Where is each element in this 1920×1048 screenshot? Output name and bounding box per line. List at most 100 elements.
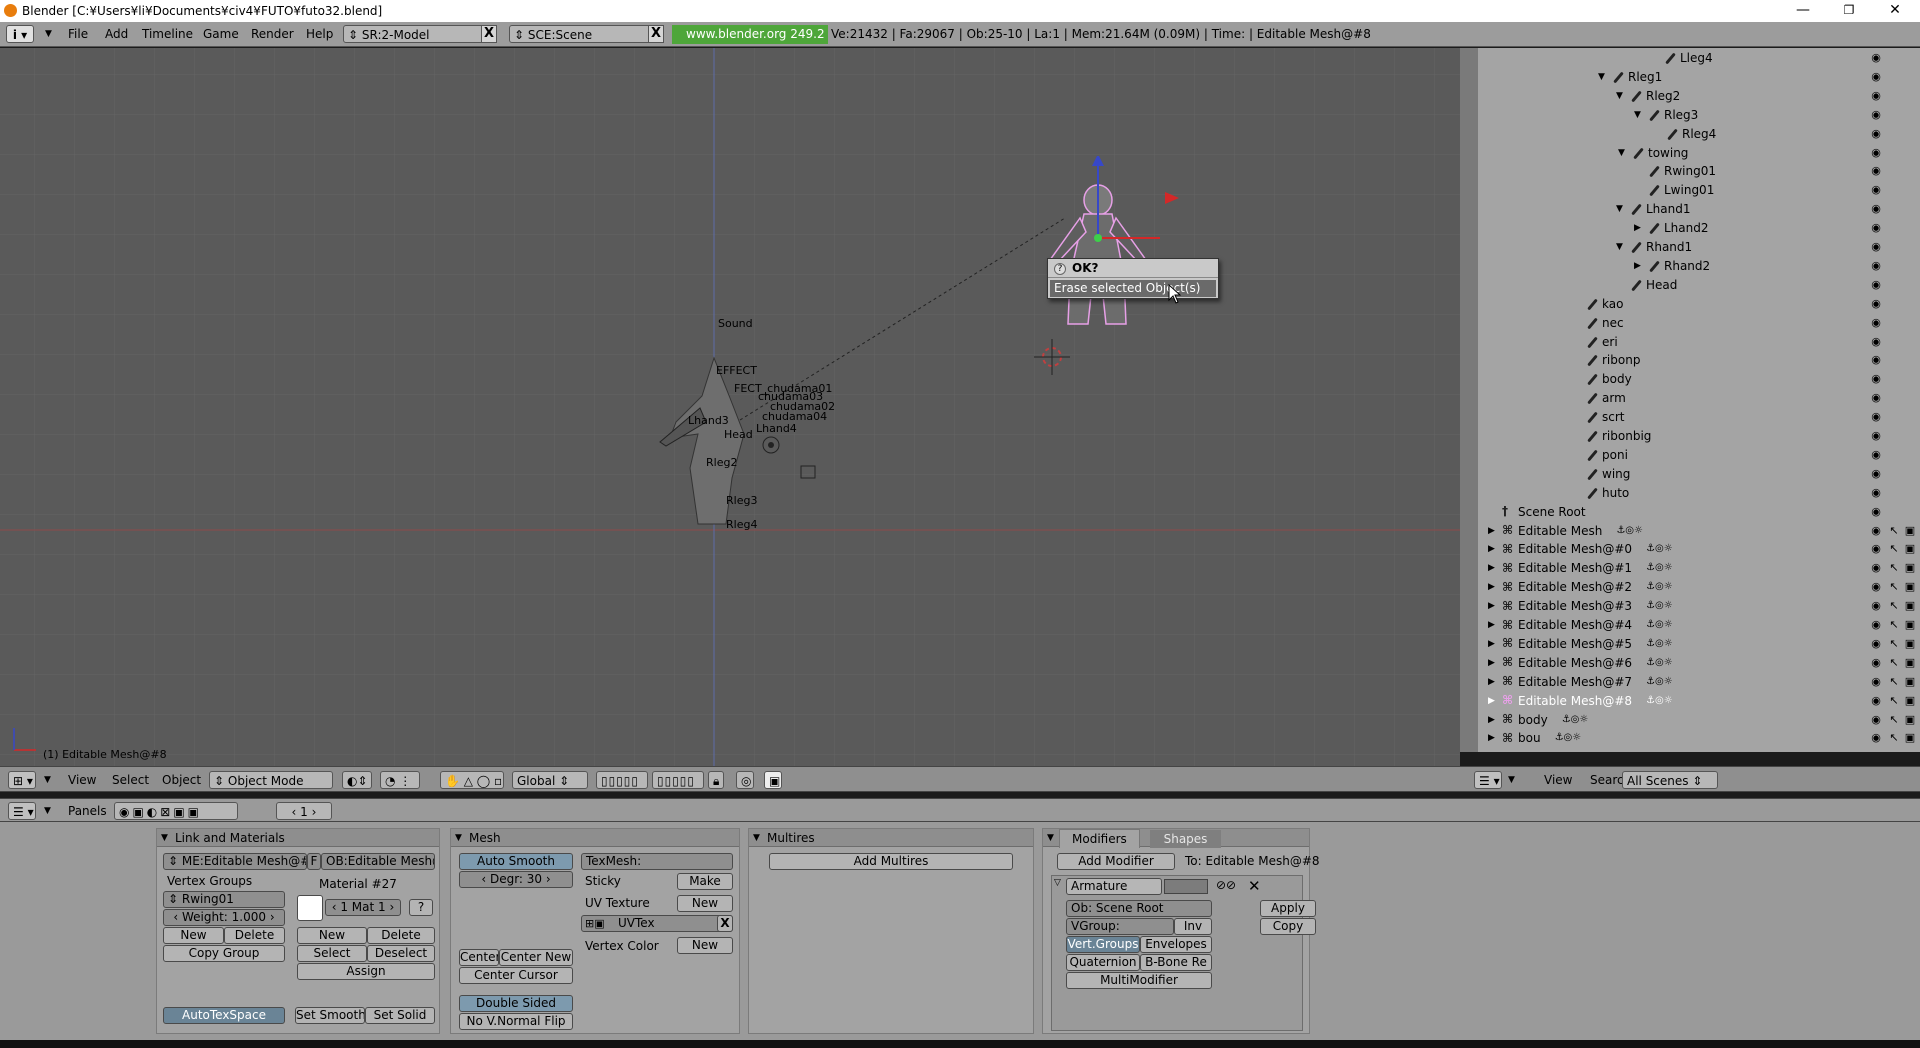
screen-selector[interactable]: ⇕ SR:2-Model <box>343 25 485 43</box>
copy-group-button[interactable]: Copy Group <box>163 945 285 962</box>
visibility-eye-icon[interactable]: ◉ <box>1870 241 1882 253</box>
object-children-icons[interactable]: ⚓◎☼ <box>1646 540 1673 558</box>
outliner-item[interactable]: Head <box>1616 276 1677 294</box>
visibility-eye-icon[interactable]: ◉ <box>1870 316 1882 329</box>
armature-object-field[interactable]: Ob: Scene Root <box>1066 900 1212 917</box>
collapse-triangle-icon[interactable]: ▼ <box>1598 68 1608 86</box>
close-window-button[interactable]: ✕ <box>1872 0 1918 22</box>
renderable-camera-icon[interactable]: ▣ <box>1904 619 1916 631</box>
mesh-datablock-field[interactable]: ⇕ ME:Editable Mesh@#8 <box>163 853 307 870</box>
tab-shapes[interactable]: Shapes <box>1149 830 1222 848</box>
outliner-item[interactable]: ▶ ⌘ bou ⚓◎☼ <box>1488 729 1581 747</box>
render-preview-icon[interactable]: ◎ <box>736 771 754 789</box>
visibility-eye-icon[interactable]: ◉ <box>1870 467 1882 480</box>
object-children-icons[interactable]: ⚓◎☼ <box>1646 673 1673 691</box>
layer-buttons-2[interactable]: ▯▯▯▯▯ <box>652 771 704 789</box>
move-modifier-icons[interactable]: ⊘⊘ <box>1216 878 1236 892</box>
outliner-item[interactable]: ▼ Rleg2 <box>1616 87 1680 105</box>
visibility-eye-icon[interactable]: ◉ <box>1870 694 1882 707</box>
vgroup-new-button[interactable]: New <box>163 927 224 944</box>
object-children-icons[interactable]: ⚓◎☼ <box>1646 597 1673 615</box>
autotexspace-toggle[interactable]: AutoTexSpace <box>163 1007 285 1024</box>
visibility-eye-icon[interactable]: ◉ <box>1870 165 1882 177</box>
material-new-button[interactable]: New <box>297 927 367 944</box>
visibility-eye-icon[interactable]: ◉ <box>1870 184 1882 196</box>
material-deselect-button[interactable]: Deselect <box>367 945 435 962</box>
vgroup-field[interactable]: VGroup: <box>1066 918 1174 935</box>
outliner-item[interactable]: eri <box>1572 333 1618 351</box>
invert-vgroup-toggle[interactable]: Inv <box>1174 918 1212 935</box>
menu-render[interactable]: Render <box>251 25 294 43</box>
visibility-eye-icon[interactable]: ◉ <box>1870 524 1882 537</box>
panel-title[interactable]: Link and Materials <box>157 829 439 847</box>
delete-scene-button[interactable]: X <box>648 25 664 43</box>
renderable-camera-icon[interactable]: ▣ <box>1904 732 1916 744</box>
visibility-eye-icon[interactable]: ◉ <box>1870 656 1882 669</box>
context-buttons[interactable]: ◉▣◐⊠▣▣ <box>114 802 238 820</box>
visibility-eye-icon[interactable]: ◉ <box>1870 297 1882 310</box>
remove-modifier-icon[interactable]: ✕ <box>1248 877 1261 895</box>
selectable-arrow-icon[interactable]: ↖ <box>1888 732 1900 744</box>
material-color-swatch[interactable] <box>297 895 323 921</box>
3d-editor-type-button[interactable]: ⊞ ▾ <box>8 771 36 789</box>
blender-org-link[interactable]: www.blender.org 249.2 <box>672 25 828 44</box>
renderable-camera-icon[interactable]: ▣ <box>1904 694 1916 707</box>
uv-texture-new-button[interactable]: New <box>677 895 733 912</box>
no-vnormal-flip-toggle[interactable]: No V.Normal Flip <box>459 1013 573 1030</box>
outliner-item[interactable]: ▶ ⌘ Editable Mesh@#8 ⚓◎☼ <box>1488 692 1673 710</box>
renderable-camera-icon[interactable]: ▣ <box>1904 637 1916 650</box>
renderable-camera-icon[interactable]: ▣ <box>1904 713 1916 726</box>
minimize-button[interactable]: — <box>1780 0 1826 22</box>
visibility-eye-icon[interactable]: ◉ <box>1870 354 1882 366</box>
info-editor-type-button[interactable]: i ▾ <box>6 25 34 43</box>
outliner-item[interactable]: Lleg4 <box>1650 49 1713 67</box>
double-sided-toggle[interactable]: Double Sided <box>459 995 573 1012</box>
visibility-eye-icon[interactable]: ◉ <box>1870 222 1882 234</box>
x-axis-arrow-icon[interactable] <box>1165 192 1179 204</box>
buttons-editor-type-button[interactable]: ☰ ▾ <box>8 802 36 820</box>
renderable-camera-icon[interactable]: ▣ <box>1904 524 1916 537</box>
visibility-eye-icon[interactable]: ◉ <box>1870 335 1882 348</box>
visibility-eye-icon[interactable]: ◉ <box>1870 543 1882 555</box>
visibility-eye-icon[interactable]: ◉ <box>1870 52 1882 64</box>
visibility-eye-icon[interactable]: ◉ <box>1870 278 1882 291</box>
area-divider[interactable] <box>1460 48 1478 752</box>
renderable-camera-icon[interactable]: ▣ <box>1904 543 1916 555</box>
expand-triangle-icon[interactable]: ▶ <box>1488 711 1498 729</box>
selectable-arrow-icon[interactable]: ↖ <box>1888 713 1900 726</box>
maximize-button[interactable]: ❐ <box>1826 0 1872 22</box>
selectable-arrow-icon[interactable]: ↖ <box>1888 524 1900 537</box>
visibility-eye-icon[interactable]: ◉ <box>1870 619 1882 631</box>
vgroup-delete-button[interactable]: Delete <box>224 927 285 944</box>
expand-triangle-icon[interactable]: ▶ <box>1488 597 1498 615</box>
expand-triangle-icon[interactable]: ▶ <box>1488 635 1498 653</box>
collapse-triangle-icon[interactable]: ▼ <box>1616 238 1626 256</box>
outliner-menu-view[interactable]: View <box>1544 771 1572 789</box>
vertex-color-new-button[interactable]: New <box>677 937 733 954</box>
selectable-arrow-icon[interactable]: ↖ <box>1888 637 1900 650</box>
visibility-eye-icon[interactable]: ◉ <box>1870 505 1882 518</box>
object-children-icons[interactable]: ⚓◎☼ <box>1616 522 1643 540</box>
3d-cursor-icon[interactable] <box>1034 339 1070 375</box>
outliner-item[interactable]: Rwing01 <box>1634 162 1716 180</box>
menu-help[interactable]: Help <box>306 25 333 43</box>
modifier-name-field[interactable]: Armature <box>1066 878 1162 895</box>
outliner-item[interactable]: ▶ ⌘ Editable Mesh@#6 ⚓◎☼ <box>1488 654 1673 672</box>
draw-type-button[interactable]: ◐⇕ <box>342 771 372 789</box>
panel-title[interactable]: Multires <box>749 829 1033 847</box>
visibility-eye-icon[interactable]: ◉ <box>1870 675 1882 688</box>
set-solid-button[interactable]: Set Solid <box>365 1007 435 1024</box>
panel-title[interactable]: Mesh <box>451 829 739 847</box>
selectable-arrow-icon[interactable]: ↖ <box>1888 543 1900 555</box>
outliner-item[interactable]: ▼ Rhand1 <box>1616 238 1692 256</box>
selectable-arrow-icon[interactable]: ↖ <box>1888 656 1900 669</box>
outliner[interactable]: Lleg4 ◉ ▼ Rleg1 ◉ ▼ Rleg2 ◉ ▼ Rleg3 ◉ Rleg4 ◉ ▼ towing… <box>1478 48 1920 752</box>
expand-triangle-icon[interactable]: ▶ <box>1488 522 1498 540</box>
copy-modifier-button[interactable]: Copy <box>1260 918 1316 935</box>
mode-selector[interactable]: ⇕ Object Mode <box>209 771 333 789</box>
menu-view[interactable]: View <box>68 771 96 789</box>
modifier-visibility-icons[interactable] <box>1164 879 1208 894</box>
outliner-item[interactable]: wing <box>1572 465 1630 483</box>
outliner-item[interactable]: ▶ ⌘ Editable Mesh@#7 ⚓◎☼ <box>1488 673 1673 691</box>
3d-viewport[interactable]: Sound EFFECT FECT_chudama01 chudama03 ch… <box>0 48 1460 766</box>
